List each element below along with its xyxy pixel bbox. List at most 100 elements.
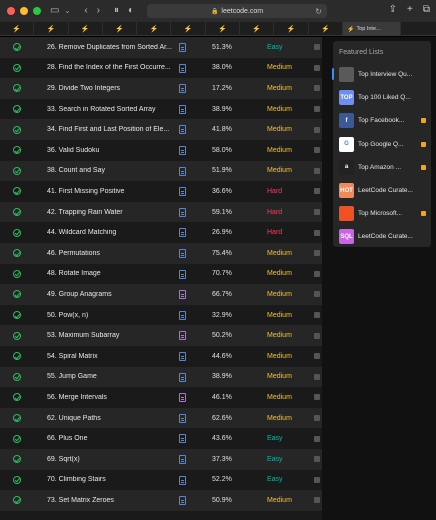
forward-icon[interactable]: › <box>97 6 100 16</box>
featured-list-item[interactable]: Top Interview Qu... <box>332 63 431 86</box>
minimize-window-button[interactable] <box>20 7 28 15</box>
table-row[interactable]: 70. Climbing Stairs 52.2% Easy <box>0 469 322 491</box>
browser-tab[interactable]: ⚡ <box>240 22 275 36</box>
browser-tab[interactable]: ⚡ <box>34 22 69 36</box>
problem-title-link[interactable]: 73. Set Matrix Zeroes <box>47 497 172 504</box>
problem-title-link[interactable]: 28. Find the Index of the First Occurre.… <box>47 64 172 71</box>
table-row[interactable]: 54. Spiral Matrix 44.6% Medium <box>0 346 322 367</box>
solution-icon[interactable] <box>179 146 186 155</box>
table-row[interactable]: 55. Jump Game 38.9% Medium <box>0 366 322 388</box>
chevron-down-icon[interactable]: ⌄ <box>64 8 70 15</box>
tab-overview-icon[interactable]: ⧉ <box>423 4 430 15</box>
problem-title-link[interactable]: 53. Maximum Subarray <box>47 332 172 339</box>
problem-title-link[interactable]: 50. Pow(x, n) <box>47 312 172 319</box>
table-row[interactable]: 48. Rotate Image 70.7% Medium <box>0 263 322 285</box>
table-row[interactable]: 50. Pow(x, n) 32.9% Medium <box>0 304 322 326</box>
table-row[interactable]: 56. Merge Intervals 46.1% Medium <box>0 387 322 408</box>
new-tab-icon[interactable]: + <box>407 4 413 15</box>
extension-icon[interactable]: ⏸ <box>114 6 119 16</box>
solution-icon[interactable] <box>179 475 186 485</box>
back-icon[interactable]: ‹ <box>84 6 87 16</box>
problem-title-link[interactable]: 29. Divide Two Integers <box>47 85 172 92</box>
solution-icon[interactable] <box>179 249 186 258</box>
browser-tab[interactable]: ⚡ <box>69 22 103 36</box>
problem-title-link[interactable]: 66. Plus One <box>47 435 172 442</box>
solution-icon[interactable] <box>179 228 186 238</box>
solution-icon[interactable] <box>179 207 186 217</box>
table-row[interactable]: 34. Find First and Last Position of Ele.… <box>0 119 322 140</box>
table-row[interactable]: 42. Trapping Rain Water 59.1% Hard <box>0 201 322 223</box>
problem-title-link[interactable]: 48. Rotate Image <box>47 270 172 277</box>
solution-icon[interactable] <box>179 84 186 94</box>
problem-title-link[interactable]: 34. Find First and Last Position of Ele.… <box>47 126 172 133</box>
solution-icon[interactable] <box>179 455 186 464</box>
solution-icon[interactable] <box>179 125 186 135</box>
solution-icon[interactable] <box>179 43 186 52</box>
problem-title-link[interactable]: 69. Sqrt(x) <box>47 456 172 463</box>
table-row[interactable]: 29. Divide Two Integers 17.2% Medium <box>0 78 322 99</box>
table-row[interactable]: 62. Unique Paths 62.6% Medium <box>0 407 322 429</box>
table-row[interactable]: 36. Valid Sudoku 58.0% Medium <box>0 140 322 161</box>
solution-icon[interactable] <box>179 413 186 423</box>
problem-title-link[interactable]: 33. Search in Rotated Sorted Array <box>47 106 172 113</box>
solution-icon[interactable] <box>179 352 186 361</box>
solution-icon[interactable] <box>179 269 186 279</box>
featured-list-item[interactable]: HOT LeetCode Curate... <box>333 179 431 202</box>
problem-title-link[interactable]: 41. First Missing Positive <box>47 188 172 195</box>
problem-title-link[interactable]: 55. Jump Game <box>47 373 172 380</box>
table-row[interactable]: 53. Maximum Subarray 50.2% Medium <box>0 325 322 346</box>
browser-tab[interactable]: ⚡ <box>274 22 309 36</box>
shield-icon[interactable]: ◐ <box>128 6 134 16</box>
table-row[interactable]: 33. Search in Rotated Sorted Array 38.9% M… <box>0 98 322 120</box>
solution-icon[interactable] <box>179 290 186 300</box>
table-row[interactable]: 26. Remove Duplicates from Sorted Ar... 5… <box>0 37 322 58</box>
solution-icon[interactable] <box>179 496 186 506</box>
featured-list-item[interactable]: Top Microsoft... <box>333 202 431 225</box>
solution-icon[interactable] <box>179 393 186 403</box>
table-row[interactable]: 49. Group Anagrams 66.7% Medium <box>0 284 322 305</box>
problem-title-link[interactable]: 36. Valid Sudoku <box>47 147 172 154</box>
close-window-button[interactable] <box>7 7 15 15</box>
featured-list-item[interactable]: TOP Top 100 Liked Q... <box>333 86 431 109</box>
table-row[interactable]: 73. Set Matrix Zeroes 50.9% Medium <box>0 490 322 511</box>
reload-icon[interactable]: ↻ <box>315 7 322 16</box>
table-row[interactable]: 38. Count and Say 51.9% Medium <box>0 160 322 182</box>
solution-icon[interactable] <box>179 63 186 73</box>
problem-title-link[interactable]: 49. Group Anagrams <box>47 291 172 298</box>
problem-title-link[interactable]: 42. Trapping Rain Water <box>47 209 172 216</box>
table-row[interactable]: 44. Wildcard Matching 26.9% Hard <box>0 222 322 243</box>
featured-list-item[interactable]: a Top Amazon ... <box>333 156 431 179</box>
sidebar-icon[interactable]: ▭ <box>50 6 59 16</box>
zoom-window-button[interactable] <box>33 7 41 15</box>
featured-list-item[interactable]: f Top Facebook... <box>333 109 431 132</box>
problem-title-link[interactable]: 56. Merge Intervals <box>47 394 172 401</box>
solution-icon[interactable] <box>179 104 186 114</box>
browser-tab[interactable]: ⚡ <box>309 22 343 36</box>
browser-tab[interactable]: ⚡ <box>0 22 35 36</box>
problem-title-link[interactable]: 38. Count and Say <box>47 167 172 174</box>
table-row[interactable]: 28. Find the Index of the First Occurre.… <box>0 57 322 79</box>
solution-icon[interactable] <box>179 310 186 320</box>
table-row[interactable]: 69. Sqrt(x) 37.3% Easy <box>0 449 322 470</box>
browser-tab[interactable]: ⚡ <box>206 22 241 36</box>
browser-tab[interactable]: ⚡ <box>137 22 172 36</box>
problem-title-link[interactable]: 26. Remove Duplicates from Sorted Ar... <box>47 44 172 51</box>
solution-icon[interactable] <box>179 434 186 444</box>
browser-tab[interactable]: ⚡ <box>171 22 206 36</box>
problem-title-link[interactable]: 44. Wildcard Matching <box>47 229 172 236</box>
problem-title-link[interactable]: 70. Climbing Stairs <box>47 476 172 483</box>
browser-tab[interactable]: ⚡ <box>103 22 138 36</box>
address-bar[interactable]: 🔒 leetcode.com ↻ <box>147 4 327 18</box>
featured-list-item[interactable]: SQL LeetCode Curate... <box>333 225 431 248</box>
table-row[interactable]: 46. Permutations 75.4% Medium <box>0 243 322 264</box>
share-icon[interactable]: ⇪ <box>389 4 397 15</box>
problem-title-link[interactable]: 46. Permutations <box>47 250 172 257</box>
problem-title-link[interactable]: 54. Spiral Matrix <box>47 353 172 360</box>
table-row[interactable]: 66. Plus One 43.6% Easy <box>0 428 322 449</box>
problem-title-link[interactable]: 62. Unique Paths <box>47 415 172 422</box>
browser-tab-active[interactable]: ⚡ Top Inte... <box>342 22 401 36</box>
solution-icon[interactable] <box>179 372 186 382</box>
table-row[interactable]: 41. First Missing Positive 36.6% Hard <box>0 181 322 202</box>
solution-icon[interactable] <box>179 187 186 197</box>
solution-icon[interactable] <box>179 331 186 341</box>
